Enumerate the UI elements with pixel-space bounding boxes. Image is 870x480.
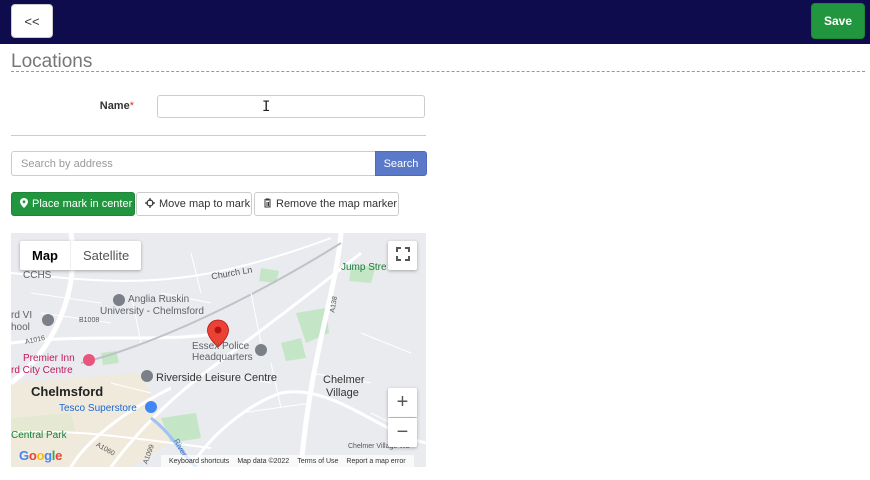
map-label-essex-2: Headquarters <box>192 352 253 363</box>
map-label-premier-1: Premier Inn <box>23 353 75 364</box>
required-mark: * <box>129 100 134 112</box>
map-label-cchs: CCHS <box>23 270 52 281</box>
map-type-satellite-button[interactable]: Satellite <box>70 241 141 270</box>
map-label-chelmer-2: Village <box>326 387 359 399</box>
map-label-school-2: hool <box>11 322 30 333</box>
map-type-map-button[interactable]: Map <box>20 241 70 270</box>
terms-of-use-link[interactable]: Terms of Use <box>297 458 338 465</box>
zoom-in-button[interactable]: + <box>388 388 417 417</box>
report-map-error-link[interactable]: Report a map error <box>346 458 405 465</box>
map-type-control: Map Satellite <box>20 241 142 270</box>
map-label-essex-1: Essex Police <box>192 341 250 352</box>
map-data-label: Map data ©2022 <box>237 457 290 465</box>
move-map-label: Move map to mark <box>159 198 251 210</box>
map-label-anglia-2: University - Chelmsford <box>100 306 204 317</box>
map-label-premier-2: rd City Centre <box>11 365 73 376</box>
map-label-central-park: Central Park <box>11 430 67 441</box>
keyboard-shortcuts-link[interactable]: Keyboard shortcuts <box>169 458 229 465</box>
form-divider <box>11 135 426 136</box>
back-button[interactable]: << <box>11 4 53 38</box>
text-cursor-icon: I <box>262 99 271 115</box>
fullscreen-icon <box>395 246 410 265</box>
title-divider <box>11 71 865 72</box>
search-button[interactable]: Search <box>375 151 427 176</box>
map-label-chelmer-1: Chelmer <box>323 374 365 386</box>
move-map-button[interactable]: Move map to mark <box>136 192 252 216</box>
map-footer: Keyboard shortcuts Map data ©2022 Terms … <box>161 455 414 467</box>
map-label-anglia-1: Anglia Ruskin <box>128 294 190 305</box>
map-label-riverside: Riverside Leisure Centre <box>156 372 278 384</box>
map-label-school-1: rd VI <box>11 310 33 321</box>
page-title: Locations <box>11 51 93 72</box>
crosshair-icon <box>145 197 155 211</box>
remove-marker-label: Remove the map marker <box>276 198 398 210</box>
name-label: Name* <box>70 100 134 112</box>
place-mark-button[interactable]: Place mark in center <box>11 192 135 216</box>
trash-icon <box>263 198 272 211</box>
map-label-chelmsford: Chelmsford <box>31 384 104 399</box>
remove-marker-button[interactable]: Remove the map marker <box>254 192 399 216</box>
map-widget[interactable]: CCHS Church Ln Jump Stre Anglia Ruskin U… <box>11 233 426 467</box>
place-mark-label: Place mark in center <box>32 198 133 210</box>
map-label-jump: Jump Stre <box>341 262 387 273</box>
map-label-tesco: Tesco Superstore <box>59 403 137 414</box>
map-pin-icon <box>20 197 28 211</box>
top-bar: << Save <box>0 0 870 44</box>
name-input[interactable] <box>157 95 425 118</box>
map-label-b1008: B1008 <box>79 317 100 324</box>
zoom-out-button[interactable]: − <box>388 418 417 447</box>
save-button[interactable]: Save <box>811 3 865 39</box>
fullscreen-button[interactable] <box>388 241 417 270</box>
address-search-input[interactable] <box>11 151 375 176</box>
name-label-text: Name <box>99 100 130 112</box>
google-logo: Google <box>19 448 63 463</box>
